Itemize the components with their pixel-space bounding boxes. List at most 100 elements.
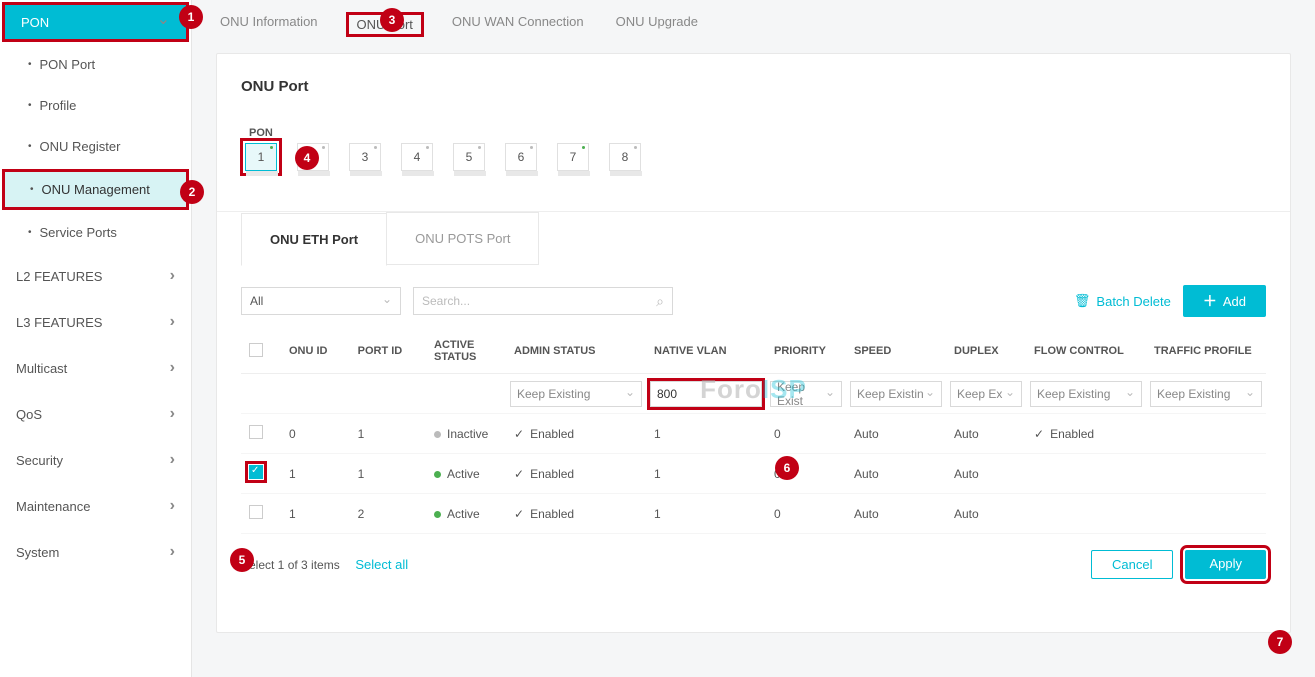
filter-duplex[interactable]: Keep Ex <box>950 381 1022 407</box>
callout-5: 5 <box>230 548 254 572</box>
select-info: Select 1 of 3 items <box>241 558 340 572</box>
sidebar-sub: PON Port Profile ONU Register ONU Manage… <box>0 44 191 253</box>
footer-row: Select 1 of 3 items Select all Cancel Ap… <box>241 550 1266 579</box>
cell-native-vlan: 1 <box>646 454 766 494</box>
cell-duplex: Auto <box>946 494 1026 534</box>
pon-port-3[interactable]: 3 <box>349 143 381 171</box>
table-row: 1 1 Active Enabled 1 0 Auto Auto <box>241 454 1266 494</box>
cell-flow-control <box>1026 494 1146 534</box>
th-priority: PRIORITY <box>766 329 846 374</box>
sidebar-item-system[interactable]: System <box>0 529 191 575</box>
sidebar-item-maintenance[interactable]: Maintenance <box>0 483 191 529</box>
search-input[interactable]: Search... <box>413 287 673 315</box>
subtab-onu-pots-port[interactable]: ONU POTS Port <box>386 212 539 265</box>
chevron-down-icon <box>157 12 170 32</box>
pon-port-7[interactable]: 7 <box>557 143 589 171</box>
cell-traffic-profile <box>1146 414 1266 454</box>
chevron-right-icon <box>170 543 175 561</box>
pon-port-8[interactable]: 8 <box>609 143 641 171</box>
sidebar-item-l2[interactable]: L2 FEATURES <box>0 253 191 299</box>
chevron-down-icon <box>382 294 392 308</box>
cancel-button[interactable]: Cancel <box>1091 550 1173 579</box>
th-traffic-profile: TRAFFIC PROFILE <box>1146 329 1266 374</box>
th-admin-status: ADMIN STATUS <box>506 329 646 374</box>
callout-6: 6 <box>775 456 799 480</box>
cell-duplex: Auto <box>946 414 1026 454</box>
pon-ports: 1 2 3 4 5 6 7 8 <box>245 143 1266 171</box>
sidebar-item-qos[interactable]: QoS <box>0 391 191 437</box>
subtab-onu-eth-port[interactable]: ONU ETH Port <box>241 213 387 266</box>
filter-speed[interactable]: Keep Existin <box>850 381 942 407</box>
chevron-down-icon <box>625 387 635 401</box>
apply-button[interactable]: Apply <box>1185 550 1266 579</box>
sidebar-item-multicast[interactable]: Multicast <box>0 345 191 391</box>
batch-delete-button[interactable]: Batch Delete <box>1074 293 1171 309</box>
filter-priority[interactable]: Keep Exist <box>770 381 842 407</box>
sidebar-sub-profile[interactable]: Profile <box>0 85 191 126</box>
chevron-right-icon <box>170 313 175 331</box>
cell-flow-control: Enabled <box>1026 414 1146 454</box>
pon-port-6[interactable]: 6 <box>505 143 537 171</box>
add-button[interactable]: Add <box>1183 285 1266 317</box>
cell-port-id: 2 <box>350 494 426 534</box>
table-row: 1 2 Active Enabled 1 0 Auto Auto <box>241 494 1266 534</box>
filter-all-select[interactable]: All <box>241 287 401 315</box>
filter-flow-control[interactable]: Keep Existing <box>1030 381 1142 407</box>
th-flow-control: FLOW CONTROL <box>1026 329 1146 374</box>
sidebar-sub-service-ports[interactable]: Service Ports <box>0 212 191 253</box>
chevron-down-icon <box>925 387 935 401</box>
panel: ONU Port PON 1 2 3 4 5 6 7 8 ONU ETH Por… <box>216 53 1291 633</box>
callout-4: 4 <box>295 146 319 170</box>
plus-icon <box>1203 291 1217 311</box>
tab-onu-wan[interactable]: ONU WAN Connection <box>448 12 588 37</box>
sidebar-sub-pon-port[interactable]: PON Port <box>0 44 191 85</box>
pon-port-1[interactable]: 1 <box>245 143 277 171</box>
chevron-down-icon <box>1125 387 1135 401</box>
sidebar-sub-onu-register[interactable]: ONU Register <box>0 126 191 167</box>
callout-7: 7 <box>1268 630 1292 654</box>
filter-native-vlan[interactable] <box>650 381 762 407</box>
status-dot-icon <box>434 511 441 518</box>
filter-traffic-profile[interactable]: Keep Existing <box>1150 381 1262 407</box>
row-checkbox[interactable] <box>249 465 263 479</box>
row-checkbox[interactable] <box>249 505 263 519</box>
cell-priority: 0 <box>766 494 846 534</box>
th-native-vlan: NATIVE VLAN <box>646 329 766 374</box>
chevron-right-icon <box>170 497 175 515</box>
sidebar-item-l3[interactable]: L3 FEATURES <box>0 299 191 345</box>
tab-onu-upgrade[interactable]: ONU Upgrade <box>612 12 702 37</box>
sidebar-item-security[interactable]: Security <box>0 437 191 483</box>
row-checkbox[interactable] <box>249 425 263 439</box>
sidebar-sub-onu-management[interactable]: ONU Management <box>2 169 189 210</box>
select-all-link[interactable]: Select all <box>355 557 408 572</box>
onu-table: ONU ID PORT ID ACTIVE STATUS ADMIN STATU… <box>241 329 1266 534</box>
filter-admin-status[interactable]: Keep Existing <box>510 381 642 407</box>
callout-3: 3 <box>380 8 404 32</box>
cell-admin-status: Enabled <box>506 494 646 534</box>
chevron-right-icon <box>170 359 175 377</box>
cell-active-status: Active <box>426 454 506 494</box>
toolbar: All Search... Batch Delete Add <box>241 285 1266 317</box>
sidebar-top-pon[interactable]: PON <box>2 2 189 42</box>
table-row: 0 1 Inactive Enabled 1 0 Auto Auto Enabl… <box>241 414 1266 454</box>
pon-port-5[interactable]: 5 <box>453 143 485 171</box>
callout-1: 1 <box>179 5 203 29</box>
cell-native-vlan: 1 <box>646 414 766 454</box>
tab-onu-information[interactable]: ONU Information <box>216 12 322 37</box>
select-all-checkbox[interactable] <box>249 343 263 357</box>
cell-onu-id: 1 <box>281 494 350 534</box>
cell-active-status: Active <box>426 494 506 534</box>
chevron-right-icon <box>170 405 175 423</box>
cell-onu-id: 0 <box>281 414 350 454</box>
chevron-right-icon <box>170 267 175 285</box>
cell-native-vlan: 1 <box>646 494 766 534</box>
cell-priority: 0 <box>766 414 846 454</box>
check-icon <box>1034 427 1050 441</box>
pon-port-4[interactable]: 4 <box>401 143 433 171</box>
check-icon <box>514 427 530 441</box>
page-title: ONU Port <box>241 78 1266 95</box>
pon-label: PON <box>249 127 1266 139</box>
chevron-down-icon <box>1245 387 1255 401</box>
search-icon <box>656 293 664 310</box>
cell-port-id: 1 <box>350 454 426 494</box>
